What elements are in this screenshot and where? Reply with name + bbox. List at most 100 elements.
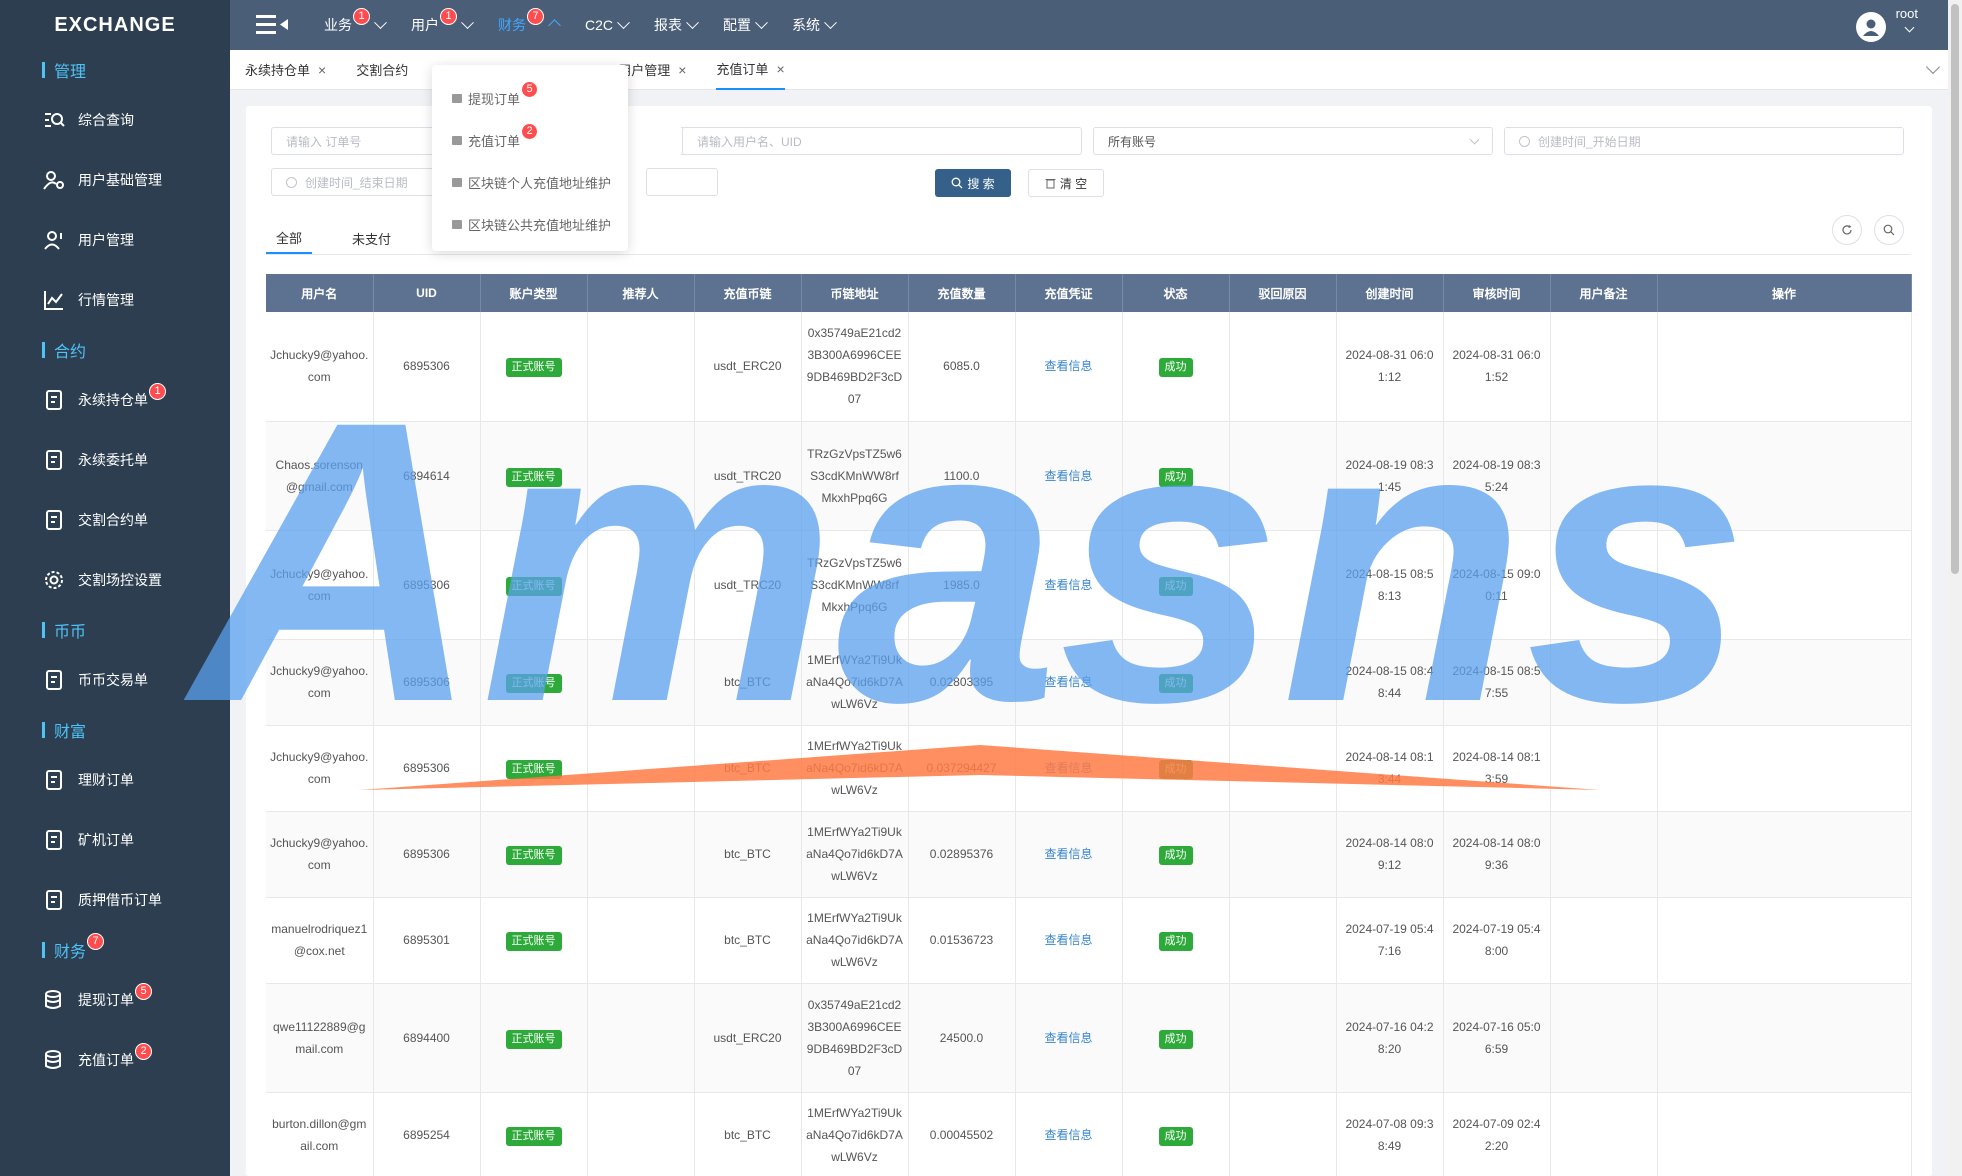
search-button[interactable]: 搜 索 <box>935 169 1011 197</box>
visited-tab[interactable]: 用户管理 × <box>618 50 686 90</box>
sidebar-item[interactable]: 永续持仓单 1 <box>0 370 230 430</box>
hidden-input[interactable] <box>646 168 718 196</box>
status-tab[interactable]: 全部 <box>266 222 313 254</box>
sidebar-item[interactable]: 质押借币订单 <box>0 870 230 930</box>
sidebar-item[interactable]: 综合查询 <box>0 90 230 150</box>
table-cell: 0x35749aE21cd23B300A6996CEE9DB469BD2F3cD… <box>801 983 909 1093</box>
sidebar: EXCHANGE 管理 综合查询 用户基础管理 用户管理 行情管理 合约 永续持仓单 1 永续委… <box>0 0 230 1176</box>
page-scrollbar[interactable] <box>1948 0 1962 1176</box>
top-nav-item[interactable]: 用户 1 <box>411 7 474 35</box>
column-header: 状态 <box>1122 274 1230 312</box>
refresh-button[interactable] <box>1832 215 1862 245</box>
view-proof-link[interactable]: 查看信息 <box>1044 469 1092 483</box>
table-cell <box>1550 530 1658 640</box>
chevron-down-icon[interactable] <box>1925 59 1941 75</box>
sidebar-item[interactable]: 交割场控设置 <box>0 550 230 610</box>
dropdown-item[interactable]: 区块链个人充值地址维护 <box>432 161 628 203</box>
top-nav-item[interactable]: 业务 1 <box>324 7 387 35</box>
sidebar-item[interactable]: 理财订单 <box>0 750 230 810</box>
top-nav-item[interactable]: 配置 <box>723 15 768 35</box>
sidebar-item[interactable]: 提现订单 5 <box>0 970 230 1030</box>
status-tab[interactable]: 未支付 <box>342 222 401 254</box>
dropdown-item[interactable]: 提现订单 5 <box>432 77 628 119</box>
sidebar-item[interactable]: 永续委托单 <box>0 430 230 490</box>
close-icon[interactable]: × <box>318 62 326 78</box>
sidebar-item[interactable]: 用户管理 <box>0 210 230 270</box>
sidebar-item[interactable]: 用户基础管理 <box>0 150 230 210</box>
visited-tab[interactable]: 交割合约 <box>356 50 408 90</box>
status-badge: 成功 <box>1158 760 1193 779</box>
table-cell: 1MErfWYa2Ti9UkaNa4Qo7id6kD7AwLW6Vz <box>801 1092 909 1176</box>
table-cell: 2024-08-15 08:48:44 <box>1336 639 1444 726</box>
sidebar-item[interactable]: 币币交易单 <box>0 650 230 710</box>
table-cell <box>587 725 695 812</box>
view-proof-link[interactable]: 查看信息 <box>1044 675 1092 689</box>
view-proof-link[interactable]: 查看信息 <box>1044 1128 1092 1142</box>
table-header-row: 用户名 UID 账户类型 推荐人 充值币链 币链地址 充值数量 充值凭证 状态 驳回原因 创建时间审… <box>266 274 1912 312</box>
table-cell <box>587 897 695 984</box>
view-proof-link[interactable]: 查看信息 <box>1044 578 1092 592</box>
dropdown-item-label: 区块链公共充值地址维护 <box>468 217 612 233</box>
view-proof-link[interactable]: 查看信息 <box>1044 847 1092 861</box>
table-cell: 查看信息 <box>1015 312 1123 422</box>
chevron-down-icon <box>1469 134 1480 145</box>
visited-tab[interactable]: 充值订单 × <box>716 50 785 90</box>
sidebar-item[interactable]: 行情管理 <box>0 270 230 330</box>
table-row: burton.dillon@gmail.com 6895254 正式账号 btc_BT… <box>266 1092 1912 1176</box>
table-cell: TRzGzVpsTZ5w6S3cdKMnWW8rfMkxhPpq6G <box>801 421 909 531</box>
table-row: Jchucky9@yahoo.com 6895306 正式账号 btc_BTC 1MEr… <box>266 811 1912 898</box>
sidebar-item[interactable]: 充值订单 2 <box>0 1030 230 1090</box>
visited-tab[interactable]: 永续持仓单 × <box>245 50 326 90</box>
table-cell: 0.02895376 <box>908 811 1016 898</box>
dropdown-item-label: 提现订单 <box>468 91 521 107</box>
table-cell: 正式账号 <box>480 421 588 531</box>
top-nav-item[interactable]: 报表 <box>654 15 699 35</box>
table-cell: 6895306 <box>373 639 481 726</box>
table-row: Jchucky9@yahoo.com 6895306 正式账号 usdt_ERC20 0… <box>266 312 1912 422</box>
view-proof-link[interactable]: 查看信息 <box>1044 1031 1092 1045</box>
user-search-input[interactable]: 请输入用户名、UID <box>682 127 1082 155</box>
dropdown-item[interactable]: 充值订单 2 <box>432 119 628 161</box>
sidebar-item[interactable]: 交割合约单 <box>0 490 230 550</box>
table-cell: 2024-08-19 08:31:45 <box>1336 421 1444 531</box>
top-nav-item[interactable]: 财务 7 <box>498 7 561 35</box>
chevron-down-icon <box>374 15 387 29</box>
account-type-select[interactable]: 所有账号 <box>1093 127 1493 155</box>
table-cell: 0.01536723 <box>908 897 1016 984</box>
scrollbar-thumb[interactable] <box>1951 4 1959 574</box>
sidebar-section-title: 管理 <box>0 50 230 90</box>
view-proof-link[interactable]: 查看信息 <box>1044 761 1092 775</box>
close-icon[interactable]: × <box>678 62 686 78</box>
notification-badge: 5 <box>135 982 152 1000</box>
table-cell: 2024-07-16 04:28:20 <box>1336 983 1444 1093</box>
start-date-input[interactable]: 创建时间_开始日期 <box>1504 127 1904 155</box>
table-cell <box>1229 897 1337 984</box>
menu-item-icon <box>452 93 462 103</box>
top-nav-label: 报表 <box>654 17 683 33</box>
table-cell: btc_BTC <box>694 725 802 812</box>
view-proof-link[interactable]: 查看信息 <box>1044 933 1092 947</box>
clock-icon <box>286 176 297 188</box>
hamburger-menu-icon[interactable] <box>252 10 292 40</box>
table-cell: 正式账号 <box>480 725 588 812</box>
sidebar-section-label: 合约 <box>54 344 87 361</box>
table-cell: 正式账号 <box>480 639 588 726</box>
sidebar-section-label: 财务 <box>54 944 87 961</box>
view-proof-link[interactable]: 查看信息 <box>1044 359 1092 373</box>
user-menu[interactable]: root <box>1855 6 1918 42</box>
search-toggle-button[interactable] <box>1874 215 1904 245</box>
close-icon[interactable]: × <box>776 61 784 77</box>
sidebar-item[interactable]: 矿机订单 <box>0 810 230 870</box>
dropdown-item[interactable]: 区块链公共充值地址维护 <box>432 203 628 245</box>
sidebar-section-label: 财富 <box>54 724 87 741</box>
sidebar-item-label: 用户管理 <box>78 232 134 248</box>
sidebar-item-label: 提现订单 <box>78 992 134 1008</box>
table-cell <box>1657 1092 1912 1176</box>
top-nav-item[interactable]: 系统 <box>792 15 837 35</box>
clear-button[interactable]: 清 空 <box>1028 169 1104 197</box>
table-cell: 成功 <box>1122 421 1230 531</box>
notification-badge: 5 <box>521 80 539 98</box>
table-cell: qwe11122889@gmail.com <box>266 983 374 1093</box>
table-cell: btc_BTC <box>694 897 802 984</box>
top-nav-item[interactable]: C2C <box>585 15 630 33</box>
